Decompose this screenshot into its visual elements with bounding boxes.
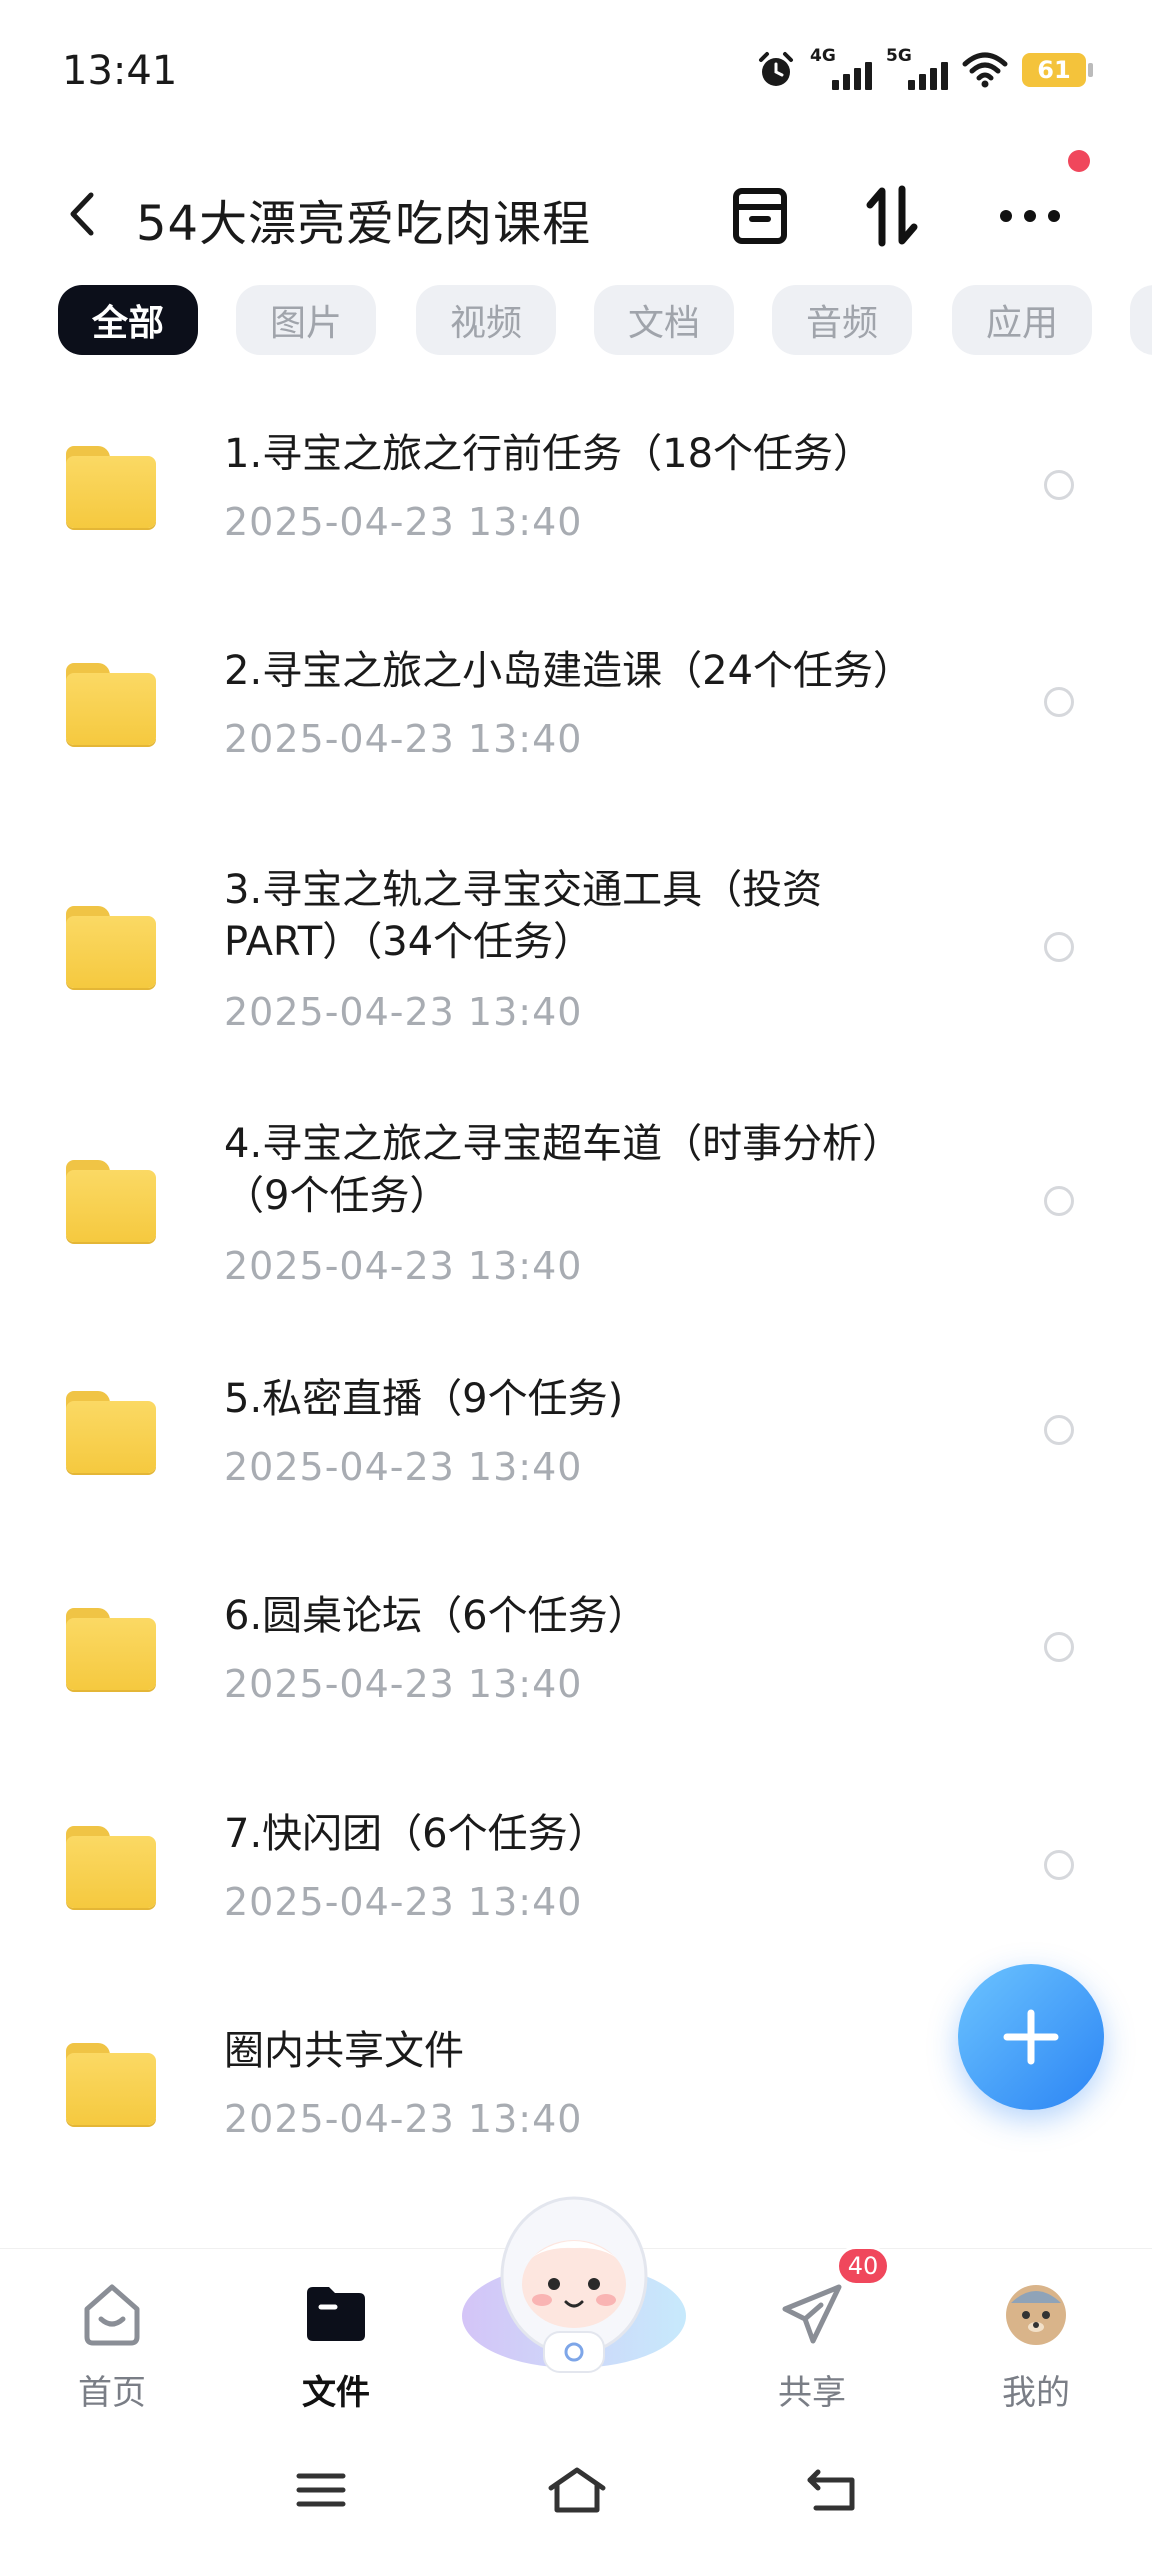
select-radio[interactable]: [1044, 1850, 1074, 1880]
file-date: 2025-04-23 13:40: [224, 1244, 583, 1288]
back-button[interactable]: [52, 184, 112, 244]
folder-icon: [66, 1608, 156, 1690]
add-button[interactable]: [958, 1964, 1104, 2110]
file-date: 2025-04-23 13:40: [224, 717, 583, 761]
signal-5g-icon: 5G: [886, 46, 948, 90]
folder-icon: [66, 906, 156, 988]
folder-icon: [66, 2043, 156, 2125]
file-name: 5.私密直播（9个任务): [224, 1376, 624, 1422]
nav-share[interactable]: 共享: [742, 2269, 882, 2413]
select-radio[interactable]: [1044, 470, 1074, 500]
tab-documents[interactable]: 文档: [594, 285, 734, 355]
file-date: 2025-04-23 13:40: [224, 990, 583, 1034]
file-date: 2025-04-23 13:40: [224, 1662, 583, 1706]
list-item[interactable]: 3.寻宝之轨之寻宝交通工具（投资PART）（34个任务） 2025-04-23 …: [0, 834, 1152, 1084]
list-item[interactable]: 1.寻宝之旅之行前任务（18个任务） 2025-04-23 13:40: [0, 400, 1152, 600]
folder-icon: [66, 663, 156, 745]
archive-button[interactable]: [724, 180, 796, 252]
status-time: 13:41: [62, 48, 178, 94]
status-icons: 4G 5G 61: [756, 46, 1093, 90]
file-name: 4.寻宝之旅之寻宝超车道（时事分析）（9个任务）: [224, 1121, 903, 1219]
sort-button[interactable]: [856, 180, 928, 252]
wifi-icon: [962, 52, 1008, 88]
select-radio[interactable]: [1044, 932, 1074, 962]
send-icon: [782, 2284, 842, 2344]
nav-mine-label: 我的: [1002, 2373, 1070, 2413]
assistant-mascot-button[interactable]: [458, 2186, 690, 2376]
filter-tabs: 全部 图片 视频 文档 音频 应用: [0, 285, 1152, 357]
file-name: 2.寻宝之旅之小岛建造课（24个任务）: [224, 648, 914, 694]
menu-icon: [296, 2473, 346, 2507]
file-date: 2025-04-23 13:40: [224, 500, 583, 544]
return-icon: [807, 2469, 855, 2511]
home-icon: [84, 2284, 140, 2346]
tab-all[interactable]: 全部: [58, 285, 198, 355]
tab-videos[interactable]: 视频: [416, 285, 556, 355]
nav-share-label: 共享: [778, 2373, 846, 2413]
status-bar: 13:41 4G 5G 61: [0, 0, 1152, 150]
folder-icon: [66, 446, 156, 528]
nav-files[interactable]: 文件: [266, 2269, 406, 2413]
home-system-button[interactable]: [542, 2460, 612, 2520]
list-item[interactable]: 7.快闪团（6个任务） 2025-04-23 13:40: [0, 1778, 1152, 1978]
nav-home-label: 首页: [78, 2373, 146, 2413]
plus-icon: [1003, 2009, 1059, 2065]
folder-icon: [66, 1160, 156, 1242]
file-date: 2025-04-23 13:40: [224, 1445, 583, 1489]
house-icon: [548, 2467, 606, 2513]
list-item[interactable]: 5.私密直播（9个任务) 2025-04-23 13:40: [0, 1343, 1152, 1543]
list-item[interactable]: 6.圆桌论坛（6个任务） 2025-04-23 13:40: [0, 1560, 1152, 1760]
file-date: 2025-04-23 13:40: [224, 1880, 583, 1924]
select-radio[interactable]: [1044, 687, 1074, 717]
menu-button[interactable]: [286, 2460, 356, 2520]
list-item[interactable]: 2.寻宝之旅之小岛建造课（24个任务） 2025-04-23 13:40: [0, 617, 1152, 817]
file-name: 3.寻宝之轨之寻宝交通工具（投资PART）（34个任务）: [224, 867, 823, 965]
list-item[interactable]: 4.寻宝之旅之寻宝超车道（时事分析）（9个任务） 2025-04-23 13:4…: [0, 1088, 1152, 1338]
tab-audio[interactable]: 音频: [772, 285, 912, 355]
file-name: 6.圆桌论坛（6个任务）: [224, 1593, 648, 1639]
page-title: 54大漂亮爱吃肉课程: [136, 196, 592, 252]
folder-icon: [66, 1826, 156, 1908]
alarm-icon: [759, 52, 793, 86]
select-radio[interactable]: [1044, 1186, 1074, 1216]
folder-icon: [66, 1391, 156, 1473]
share-badge: 40: [836, 2246, 890, 2286]
more-button[interactable]: [994, 180, 1066, 252]
select-radio[interactable]: [1044, 1415, 1074, 1445]
file-date: 2025-04-23 13:40: [224, 2097, 583, 2141]
tab-overflow[interactable]: [1130, 285, 1152, 355]
file-name: 圈内共享文件: [224, 2028, 464, 2074]
more-icon: [1000, 210, 1060, 222]
battery-indicator: 61: [1022, 53, 1093, 87]
tab-apps[interactable]: 应用: [952, 285, 1092, 355]
system-nav-bar: [0, 2440, 1152, 2540]
header: 54大漂亮爱吃肉课程: [0, 160, 1152, 270]
tab-images[interactable]: 图片: [236, 285, 376, 355]
nav-home[interactable]: 首页: [42, 2269, 182, 2413]
notification-dot: [1068, 150, 1090, 172]
back-system-button[interactable]: [796, 2460, 866, 2520]
mascot-icon: [462, 2196, 686, 2373]
file-name: 7.快闪团（6个任务）: [224, 1811, 608, 1857]
signal-4g-icon: 4G: [810, 46, 872, 90]
folder-nav-icon: [307, 2287, 365, 2341]
sort-icon: [866, 185, 918, 247]
avatar-icon: [1006, 2285, 1066, 2345]
back-icon: [70, 192, 94, 236]
select-radio[interactable]: [1044, 1632, 1074, 1662]
nav-mine[interactable]: 我的: [966, 2269, 1106, 2413]
file-name: 1.寻宝之旅之行前任务（18个任务）: [224, 431, 874, 477]
nav-files-label: 文件: [302, 2373, 370, 2413]
archive-icon: [733, 188, 787, 244]
